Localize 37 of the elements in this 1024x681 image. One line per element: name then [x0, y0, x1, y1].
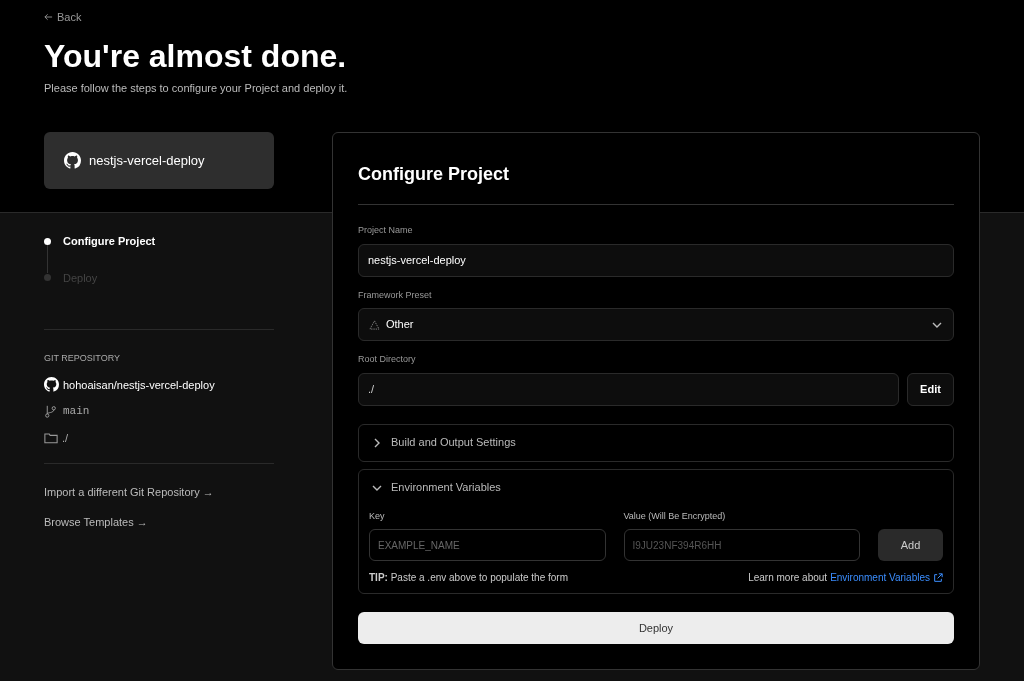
section-heading: GIT REPOSITORY [44, 352, 121, 365]
text-link[interactable]: Browse Templates → [44, 513, 148, 530]
branch-name: main [63, 404, 90, 419]
key-field[interactable]: EXAMPLE_NAME [369, 529, 606, 561]
field-label: Project Name [358, 224, 413, 237]
external-link-icon [933, 572, 943, 583]
deploy-button[interactable]: Deploy [358, 612, 954, 644]
back-link[interactable]: Back [44, 9, 82, 26]
field-label: Value (Will Be Encrypted) [623, 509, 726, 523]
field-label: Root Directory [358, 353, 416, 366]
github-icon [64, 152, 81, 169]
framework-select[interactable]: Other [358, 308, 954, 341]
step-label: Configure Project [63, 234, 156, 249]
learn-more-text: Learn more about [748, 571, 828, 585]
field-label: Framework Preset [358, 288, 432, 302]
field-label: Key [369, 509, 385, 523]
triangle-icon [369, 319, 380, 330]
root-directory-field[interactable]: ./ [358, 372, 899, 406]
text-link[interactable]: Import a different Git Repository → [44, 484, 214, 501]
repository-link[interactable]: hohoaisan/nestjs-vercel-deploy [63, 376, 215, 393]
github-icon [44, 377, 59, 393]
folder-icon [44, 431, 58, 444]
tip-text: TIP: Paste a .env above to populate the form [369, 571, 568, 585]
add-button[interactable]: Add [878, 529, 943, 561]
directory-path: ./ [62, 430, 69, 446]
back-arrow-icon [44, 13, 53, 22]
section-toggle[interactable]: Build and Output Settings [359, 424, 953, 461]
value-field[interactable]: I9JU23NF394R6HH [623, 529, 860, 561]
page-subtitle: Please follow the steps to configure your Project and deploy it. [44, 80, 348, 96]
panel-title: Configure Project [358, 161, 954, 205]
environment-variables-link[interactable]: Environment Variables [830, 570, 930, 585]
section-toggle[interactable]: Environment Variables [359, 469, 953, 506]
edit-button[interactable]: Edit [907, 372, 954, 406]
branch-icon [44, 404, 57, 418]
page-title: You're almost done. [44, 36, 347, 76]
repository-name: nestjs-vercel-deploy [89, 151, 205, 170]
project-name-field[interactable]: nestjs-vercel-deploy [358, 243, 954, 277]
